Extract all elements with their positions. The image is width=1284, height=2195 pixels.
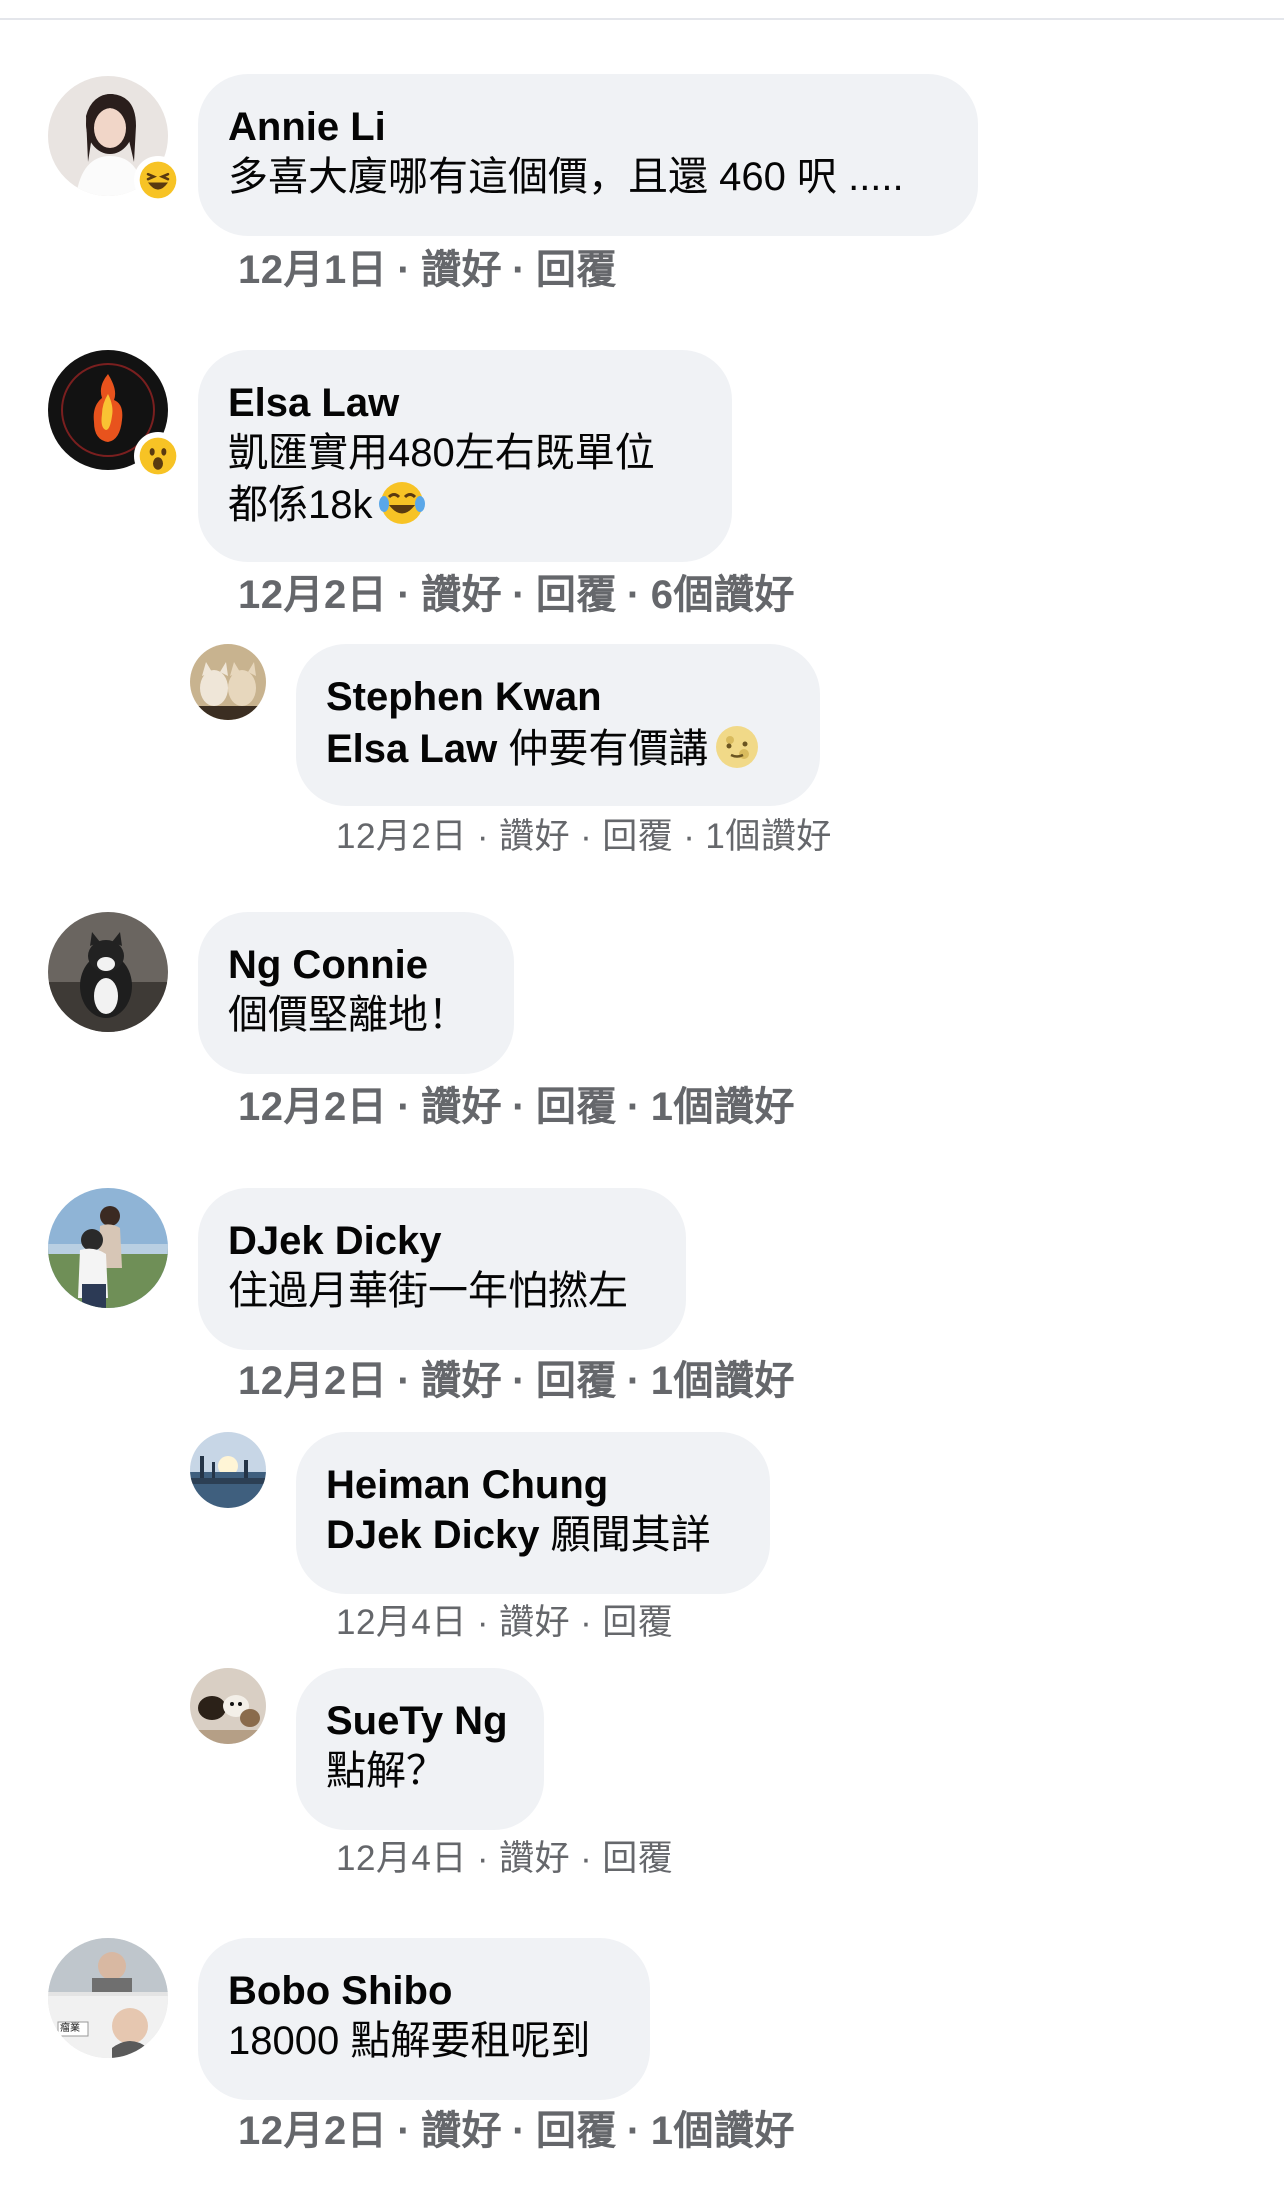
comment-bubble: DJek Dicky 住過月華街一年怕撚左 <box>198 1188 686 1350</box>
like-button[interactable]: 讚好 <box>499 812 570 862</box>
comment-date[interactable]: 12月2日 <box>336 812 467 862</box>
comment-date[interactable]: 12月2日 <box>238 1356 387 1406</box>
reply-button[interactable]: 回覆 <box>602 812 673 862</box>
comment-bubble: Bobo Shibo 18000 點解要租呢到 <box>198 1938 650 2100</box>
laughing-squint-emoji-icon <box>134 156 182 204</box>
like-button[interactable]: 讚好 <box>421 2106 502 2156</box>
like-button[interactable]: 讚好 <box>499 1834 570 1884</box>
comment-author[interactable]: SueTy Ng <box>326 1696 514 1746</box>
like-button[interactable]: 讚好 <box>499 1598 570 1648</box>
moon-face-emoji-icon <box>712 722 762 772</box>
avatar-caption: 瘤業 <box>60 2023 80 2034</box>
like-button[interactable]: 讚好 <box>421 245 502 295</box>
avatar[interactable] <box>48 1188 168 1308</box>
comment-author[interactable]: Stephen Kwan <box>326 672 790 722</box>
comment-author[interactable]: Heiman Chung <box>326 1460 740 1510</box>
comment-date[interactable]: 12月4日 <box>336 1834 467 1884</box>
comment-text: 都係18k <box>228 478 702 530</box>
reply-button[interactable]: 回覆 <box>602 1598 673 1648</box>
top-divider <box>0 0 1284 20</box>
comment-date[interactable]: 12月1日 <box>238 245 387 295</box>
reply-button[interactable]: 回覆 <box>536 1082 617 1132</box>
comment-author[interactable]: Ng Connie <box>228 940 484 990</box>
wow-emoji-icon <box>134 432 182 480</box>
comment-date[interactable]: 12月4日 <box>336 1598 467 1648</box>
comment-bubble: Heiman Chung DJek Dicky 願聞其詳 <box>296 1432 770 1594</box>
comment-meta: 12月4日 · 讚好 · 回覆 <box>336 1598 673 1648</box>
like-button[interactable]: 讚好 <box>421 1082 502 1132</box>
comment-text: 凱匯實用480左右既單位 <box>228 431 655 475</box>
mention-link[interactable]: DJek Dicky <box>326 1513 539 1557</box>
comment-bubble: Ng Connie 個價堅離地！ <box>198 912 514 1074</box>
reply-button[interactable]: 回覆 <box>602 1834 673 1884</box>
comment-author[interactable]: Bobo Shibo <box>228 1966 620 2016</box>
comment-date[interactable]: 12月2日 <box>238 1082 387 1132</box>
comment-meta: 12月2日 · 讚好 · 回覆 · 6個讚好 <box>238 570 795 620</box>
like-count[interactable]: 1個讚好 <box>651 2106 795 2156</box>
comment-text: 18000 點解要租呢到 <box>228 2019 591 2063</box>
comment-author[interactable]: DJek Dicky <box>228 1216 656 1266</box>
avatar[interactable] <box>190 1668 266 1744</box>
like-count[interactable]: 6個讚好 <box>651 570 795 620</box>
comment-meta: 12月2日 · 讚好 · 回覆 · 1個讚好 <box>336 812 832 862</box>
comment-bubble: Elsa Law 凱匯實用480左右既單位 都係18k <box>198 350 732 562</box>
mention-link[interactable]: Elsa Law <box>326 727 497 771</box>
reply-button[interactable]: 回覆 <box>536 245 617 295</box>
comment-text: 點解？ <box>326 1749 446 1793</box>
avatar[interactable]: 瘤業 <box>48 1938 168 2058</box>
avatar[interactable] <box>190 1432 266 1508</box>
comment-date[interactable]: 12月2日 <box>238 570 387 620</box>
tears-of-joy-emoji-icon <box>377 478 427 528</box>
like-count[interactable]: 1個讚好 <box>705 812 831 862</box>
reply-button[interactable]: 回覆 <box>536 2106 617 2156</box>
comment-text: 住過月華街一年怕撚左 <box>228 1269 628 1313</box>
comment-bubble: SueTy Ng 點解？ <box>296 1668 544 1830</box>
comment-meta: 12月4日 · 讚好 · 回覆 <box>336 1834 673 1884</box>
comment-text: Elsa Law 仲要有價講 <box>326 722 790 774</box>
comment-text: DJek Dicky 願聞其詳 <box>326 1513 711 1557</box>
comment-text: 個價堅離地！ <box>228 993 468 1037</box>
comment-text: 多喜大廈哪有這個價，且還 460 呎 ..... <box>228 155 904 199</box>
comment-meta: 12月2日 · 讚好 · 回覆 · 1個讚好 <box>238 2106 795 2156</box>
comment-author[interactable]: Annie Li <box>228 102 948 152</box>
like-count[interactable]: 1個讚好 <box>651 1356 795 1406</box>
reply-button[interactable]: 回覆 <box>536 570 617 620</box>
comment-meta: 12月1日 · 讚好 · 回覆 <box>238 245 617 295</box>
comment-author[interactable]: Elsa Law <box>228 378 702 428</box>
comment-bubble: Stephen Kwan Elsa Law 仲要有價講 <box>296 644 820 806</box>
comment-meta: 12月2日 · 讚好 · 回覆 · 1個讚好 <box>238 1356 795 1406</box>
comment-meta: 12月2日 · 讚好 · 回覆 · 1個讚好 <box>238 1082 795 1132</box>
comment-date[interactable]: 12月2日 <box>238 2106 387 2156</box>
reply-button[interactable]: 回覆 <box>536 1356 617 1406</box>
avatar[interactable] <box>48 912 168 1032</box>
like-count[interactable]: 1個讚好 <box>651 1082 795 1132</box>
avatar[interactable] <box>190 644 266 720</box>
like-button[interactable]: 讚好 <box>421 1356 502 1406</box>
like-button[interactable]: 讚好 <box>421 570 502 620</box>
comment-bubble: Annie Li 多喜大廈哪有這個價，且還 460 呎 ..... <box>198 74 978 236</box>
